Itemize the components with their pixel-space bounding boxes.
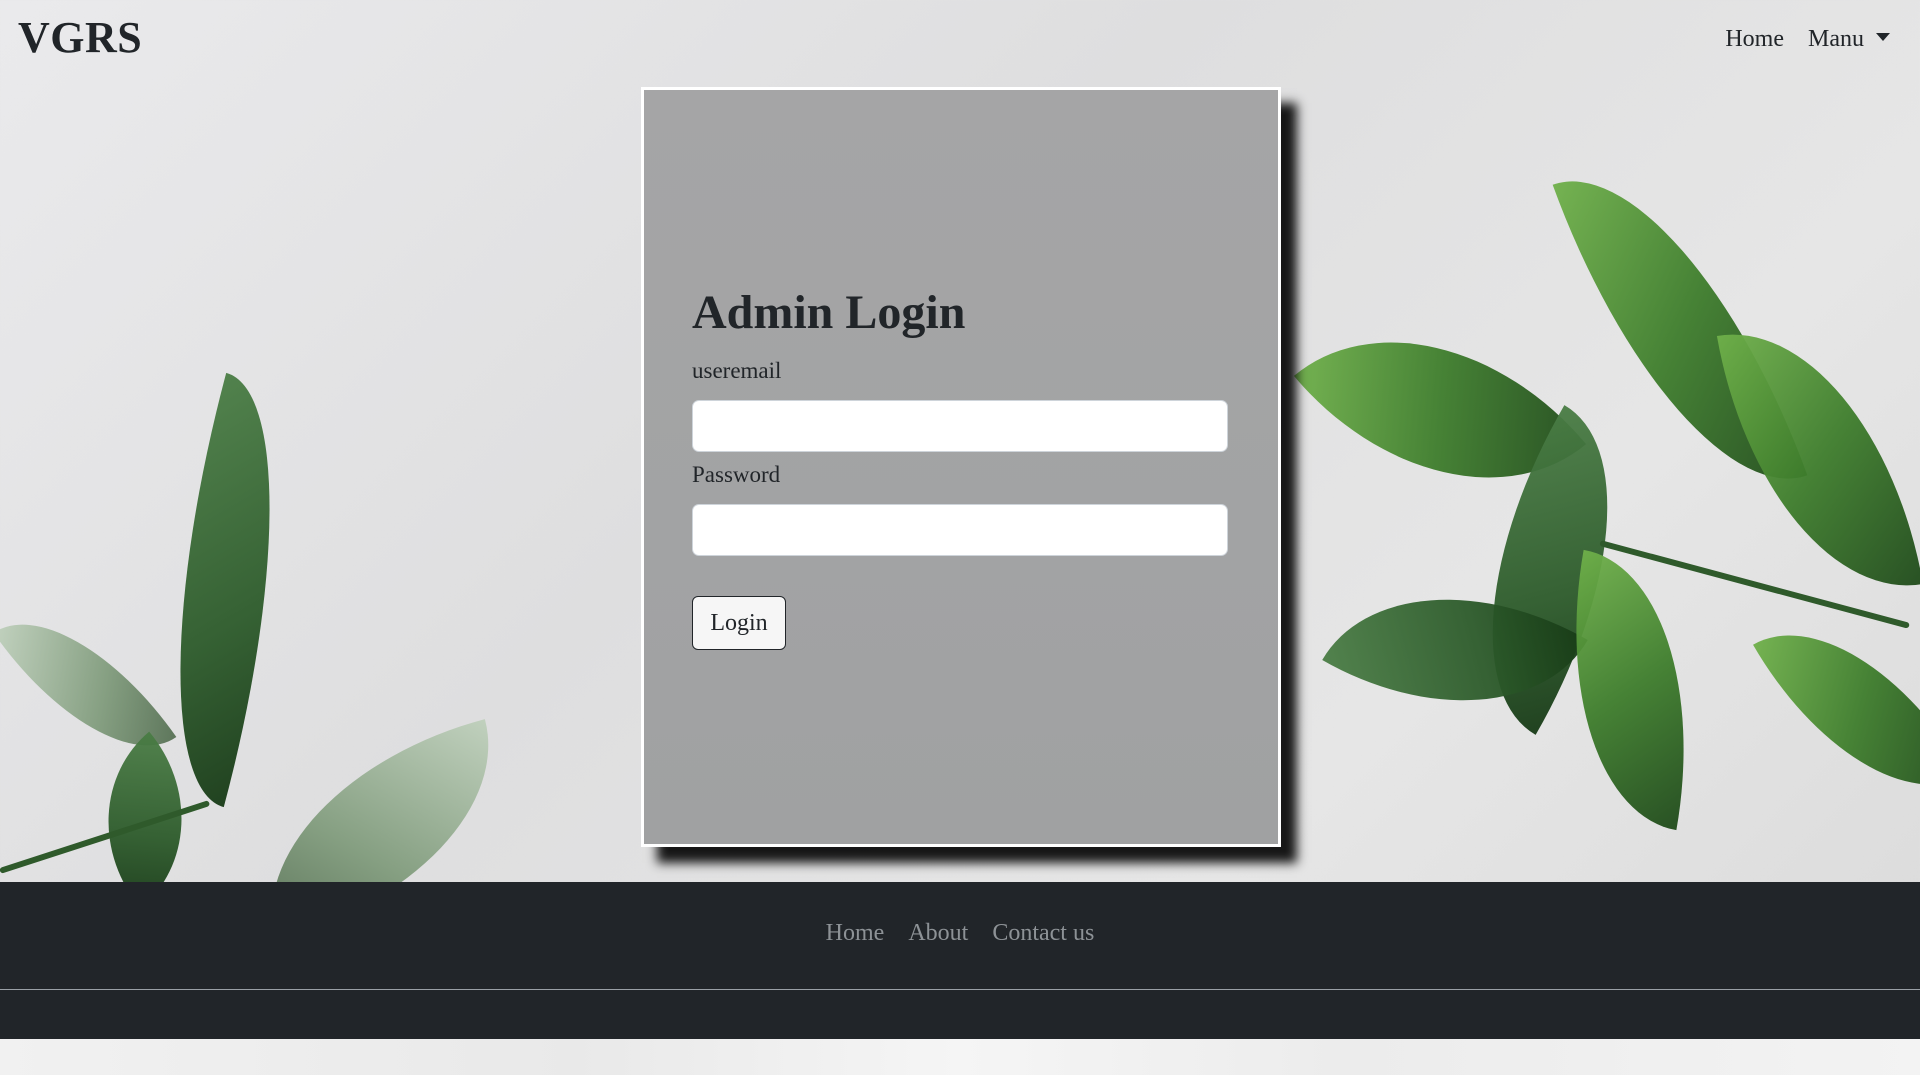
page-title: Admin Login — [692, 286, 966, 339]
footer-links: Home About Contact us — [0, 920, 1920, 947]
footer: Home About Contact us — [0, 882, 1920, 1039]
login-card: Admin Login useremail Password Login — [641, 87, 1281, 847]
nav-menu-label: Manu — [1808, 26, 1864, 52]
footer-link-home[interactable]: Home — [826, 920, 885, 947]
top-navigation: Home Manu — [1725, 26, 1890, 53]
footer-divider — [0, 989, 1920, 990]
nav-home-link[interactable]: Home — [1725, 26, 1784, 53]
caret-down-icon — [1876, 33, 1890, 42]
background-bottom-strip — [0, 1039, 1920, 1075]
email-field[interactable] — [692, 400, 1228, 452]
email-label: useremail — [692, 358, 782, 383]
brand-logo[interactable]: VGRS — [18, 12, 142, 63]
password-field[interactable] — [692, 504, 1228, 556]
login-button[interactable]: Login — [692, 596, 786, 650]
footer-link-about[interactable]: About — [908, 920, 968, 947]
nav-menu-dropdown[interactable]: Manu — [1808, 26, 1890, 53]
password-label: Password — [692, 462, 781, 487]
footer-link-contact[interactable]: Contact us — [992, 920, 1094, 947]
